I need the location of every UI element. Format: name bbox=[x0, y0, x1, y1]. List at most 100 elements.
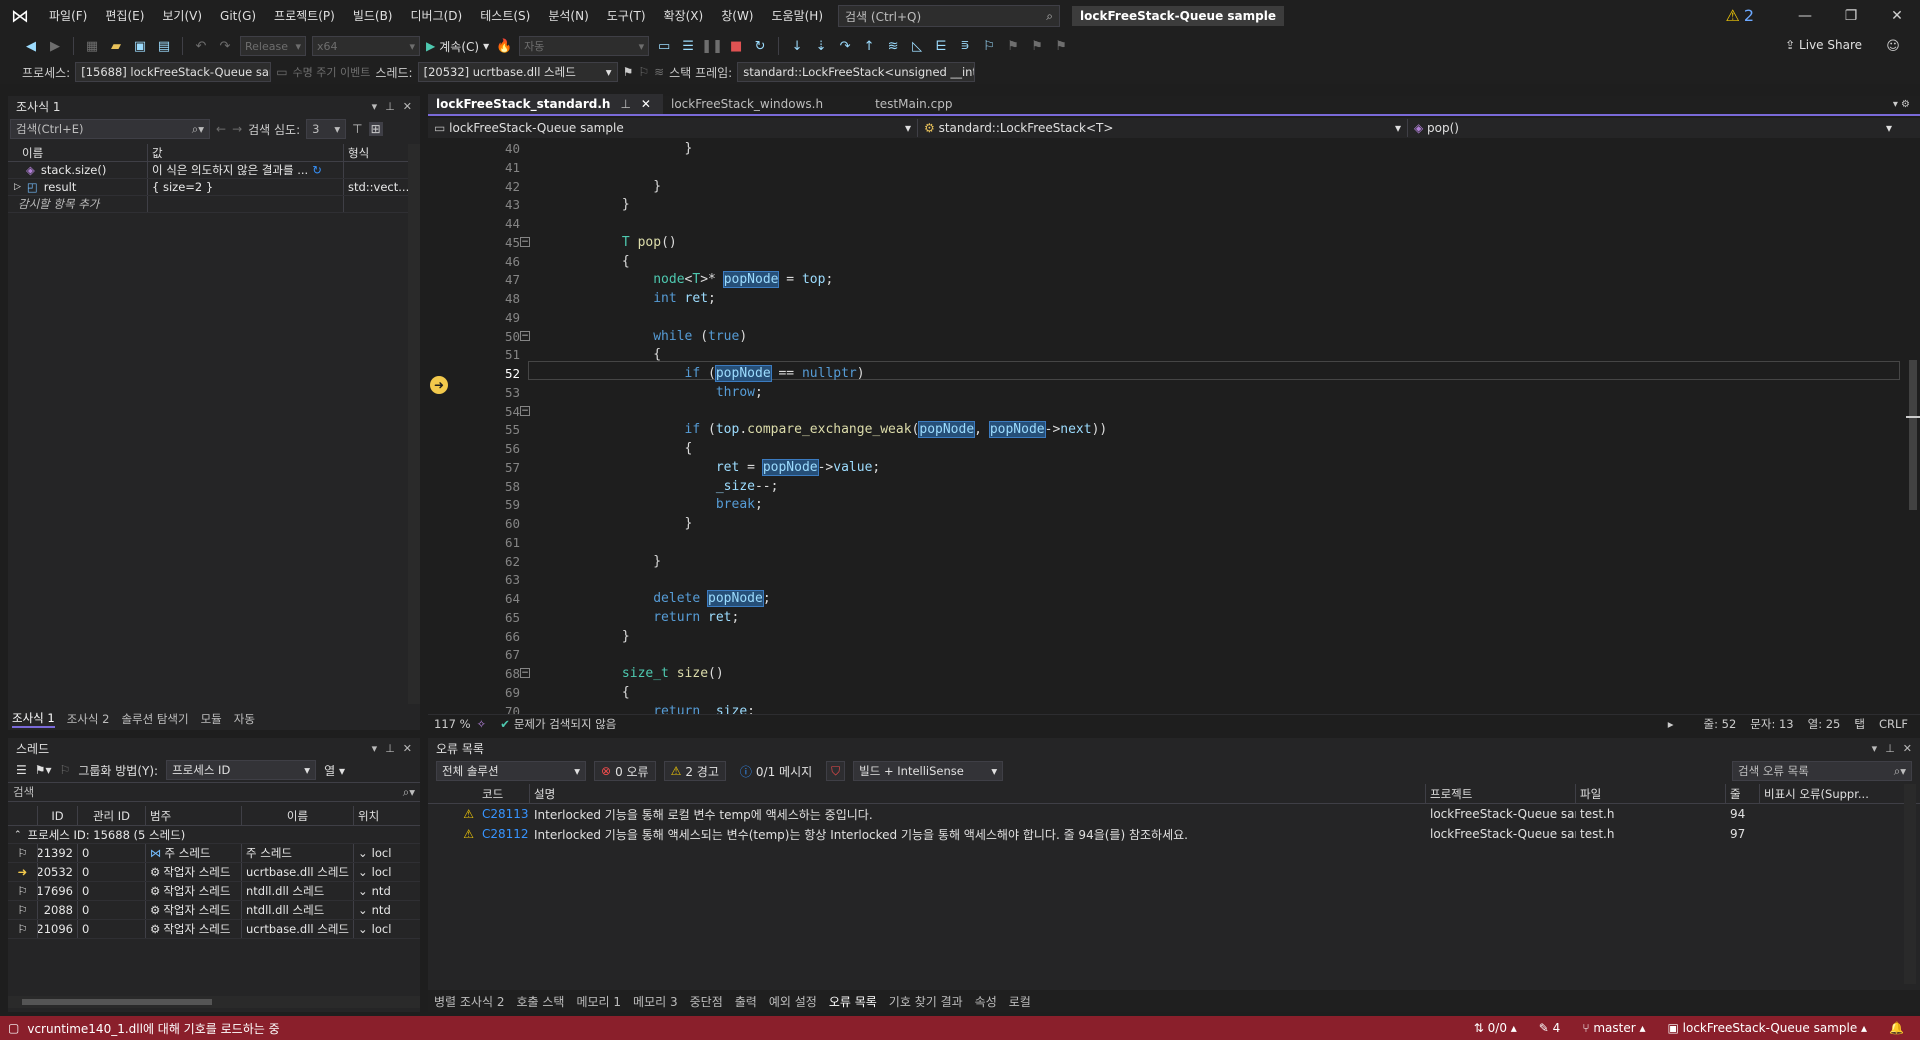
scope-dropdown[interactable]: 전체 솔루션 ▾ bbox=[436, 761, 586, 781]
editor-scrollbar[interactable] bbox=[1906, 140, 1920, 714]
flag-icon[interactable]: ⚑▾ bbox=[35, 763, 52, 777]
menu-debug[interactable]: 디버그(D) bbox=[402, 0, 472, 32]
column-type[interactable]: 형식 bbox=[344, 144, 408, 161]
menu-view[interactable]: 보기(V) bbox=[153, 0, 211, 32]
comment-icon[interactable]: ⋿ bbox=[932, 37, 950, 55]
tab-lockfreestack-standard[interactable]: lockFreeStack_standard.h ⊥ ✕ bbox=[428, 94, 663, 114]
menu-help[interactable]: 도움말(H) bbox=[763, 0, 833, 32]
tab-overflow-icon[interactable]: ▾ ⚙ bbox=[1893, 99, 1910, 110]
save-all-icon[interactable]: ▤ bbox=[155, 37, 173, 55]
filter-icon[interactable]: ⛉ bbox=[826, 761, 846, 781]
notifications-warning[interactable]: ⚠ 2 bbox=[1725, 6, 1754, 25]
pin-icon[interactable]: ⊥ bbox=[385, 100, 395, 113]
undo-icon[interactable]: ↶ bbox=[192, 37, 210, 55]
chevron-down-icon[interactable]: ⌄ bbox=[358, 865, 368, 879]
watch-search-input[interactable]: 검색(Ctrl+E) ⌕▾ bbox=[10, 119, 210, 139]
watch-row[interactable]: ▷ ◰ result { size=2 } std::vect... bbox=[8, 179, 420, 196]
thread-flag-icon[interactable]: ⚐ bbox=[8, 882, 38, 900]
new-project-icon[interactable]: ▦ bbox=[83, 37, 101, 55]
break-all-icon[interactable]: ❚❚ bbox=[701, 37, 723, 55]
chevron-down-icon[interactable]: ⌄ bbox=[358, 846, 368, 860]
step-into-icon[interactable]: ↓ bbox=[788, 37, 806, 55]
member-dropdown[interactable]: ◈ pop() ▾ bbox=[1408, 119, 1898, 137]
no-issues-label[interactable]: 문제가 검색되지 않음 bbox=[514, 716, 617, 732]
group-by-dropdown[interactable]: 프로세스 ID ▾ bbox=[166, 760, 317, 780]
minimize-button[interactable]: — bbox=[1782, 0, 1828, 32]
dropdown-icon[interactable]: ▾ bbox=[1872, 742, 1878, 755]
close-icon[interactable]: ✕ bbox=[641, 97, 651, 111]
tab-find-symbol-results[interactable]: 기호 찾기 결과 bbox=[889, 993, 963, 1010]
tab-autos[interactable]: 자동 bbox=[234, 711, 255, 727]
column-project[interactable]: 프로젝트 bbox=[1426, 784, 1576, 803]
step-into-specific-icon[interactable]: ⇣ bbox=[812, 37, 830, 55]
thread-flag-icon[interactable]: ⚐ bbox=[8, 920, 38, 938]
cursor-char[interactable]: 문자: 13 bbox=[1750, 716, 1793, 732]
live-share-button[interactable]: ⇪ Live Share bbox=[1785, 38, 1862, 52]
expand-icon[interactable]: ▷ bbox=[14, 182, 21, 192]
pending-edits[interactable]: ✎ 4 bbox=[1539, 1021, 1561, 1035]
menu-git[interactable]: Git(G) bbox=[211, 0, 265, 32]
redo-icon[interactable]: ↷ bbox=[216, 37, 234, 55]
branch-selector[interactable]: ⑂ master ▴ bbox=[1582, 1021, 1645, 1035]
column-name[interactable]: 이름 bbox=[8, 144, 148, 161]
menu-edit[interactable]: 편집(E) bbox=[96, 0, 153, 32]
menu-file[interactable]: 파일(F) bbox=[40, 0, 96, 32]
save-icon[interactable]: ▣ bbox=[131, 37, 149, 55]
configuration-dropdown[interactable]: Release ▾ bbox=[240, 36, 306, 56]
column-suppression[interactable]: 비표시 오류(Suppr... bbox=[1760, 784, 1900, 803]
menu-tools[interactable]: 도구(T) bbox=[598, 0, 655, 32]
hot-reload-icon[interactable]: 🔥 bbox=[495, 37, 513, 55]
column-code[interactable]: 코드 bbox=[478, 784, 530, 803]
bookmark-icon[interactable]: ⚐ bbox=[980, 37, 998, 55]
chevron-down-icon[interactable]: ⌄ bbox=[358, 884, 368, 898]
column-category[interactable]: 범주 bbox=[146, 806, 242, 825]
tab-locals[interactable]: 로컬 bbox=[1009, 993, 1031, 1010]
watch-scrollbar[interactable] bbox=[408, 144, 420, 704]
indent-mode[interactable]: 탭 bbox=[1854, 716, 1865, 732]
scope-dropdown[interactable]: ⚙ standard::LockFreeStack<T> ▾ bbox=[918, 119, 1408, 137]
close-icon[interactable]: ✕ bbox=[403, 742, 412, 755]
column-id[interactable]: ID bbox=[38, 806, 78, 825]
tab-watch-1[interactable]: 조사식 1 bbox=[12, 710, 55, 728]
layout-icon[interactable]: ☰ bbox=[679, 37, 697, 55]
flag-icon[interactable]: ⚑ bbox=[623, 65, 634, 79]
tab-call-stack[interactable]: 호출 스택 bbox=[516, 993, 564, 1010]
prev-bookmark-icon[interactable]: ⚑ bbox=[1004, 37, 1022, 55]
menu-project[interactable]: 프로젝트(P) bbox=[265, 0, 344, 32]
tab-memory-1[interactable]: 메모리 1 bbox=[576, 993, 621, 1010]
process-icon[interactable]: ▭ bbox=[655, 37, 673, 55]
flag-just-my-code-icon[interactable]: ⚐ bbox=[60, 763, 71, 777]
close-icon[interactable]: ✕ bbox=[1903, 742, 1912, 755]
navigate-back-icon[interactable]: ◀ bbox=[22, 37, 40, 55]
close-window-button[interactable]: ✕ bbox=[1874, 0, 1920, 32]
collapse-icon[interactable]: ⌃ bbox=[14, 830, 22, 840]
tab-lockfreestack-windows[interactable]: lockFreeStack_windows.h bbox=[663, 94, 835, 114]
zoom-level[interactable]: 117 % bbox=[428, 717, 477, 731]
code-editor[interactable]: ➜ 40 41 42 43 44 45 46 47 48 49 50 51 52 53 54 55 56 57 58… bbox=[428, 140, 1906, 714]
menu-window[interactable]: 창(W) bbox=[712, 0, 762, 32]
feedback-icon[interactable]: ☺ bbox=[1884, 37, 1902, 55]
process-dropdown[interactable]: [15688] lockFreeStack-Queue sar▾ bbox=[75, 62, 272, 82]
hscroll-right-icon[interactable]: ▸ bbox=[1668, 717, 1674, 731]
menu-build[interactable]: 빌드(B) bbox=[344, 0, 402, 32]
flag-filter-icon[interactable]: ⚐ bbox=[638, 65, 649, 79]
menu-test[interactable]: 테스트(S) bbox=[471, 0, 539, 32]
column-line[interactable]: 줄 bbox=[1726, 784, 1760, 803]
refresh-icon[interactable]: ↻ bbox=[312, 163, 322, 177]
column-managed-id[interactable]: 관리 ID bbox=[78, 806, 146, 825]
lifecycle-icon[interactable]: ▭ bbox=[276, 65, 287, 79]
tab-testmain[interactable]: testMain.cpp bbox=[835, 94, 964, 114]
errors-filter-button[interactable]: ⊗ 0 오류 bbox=[594, 761, 656, 781]
column-location[interactable]: 위치 bbox=[354, 806, 404, 825]
continue-button[interactable]: ▶ 계속(C) ▾ bbox=[426, 38, 489, 55]
menu-extensions[interactable]: 확장(X) bbox=[655, 0, 713, 32]
thread-row[interactable]: ⚐ 21096 0 ⚙ 작업자 스레드 ucrtbase.dll 스레드 ⌄ loc… bbox=[8, 920, 420, 939]
thread-flag-cell[interactable]: ➜ bbox=[8, 863, 38, 881]
build-filter-dropdown[interactable]: 빌드 + IntelliSense ▾ bbox=[853, 761, 1004, 781]
tab-watch-2[interactable]: 조사식 2 bbox=[67, 711, 110, 727]
debug-location-icon[interactable]: ◺ bbox=[908, 37, 926, 55]
stop-debugging-icon[interactable]: ■ bbox=[727, 37, 745, 55]
list-icon[interactable]: ☰ bbox=[16, 763, 27, 777]
thread-flag-icon[interactable]: ⚐ bbox=[8, 901, 38, 919]
platform-dropdown[interactable]: x64 ▾ bbox=[312, 36, 420, 56]
